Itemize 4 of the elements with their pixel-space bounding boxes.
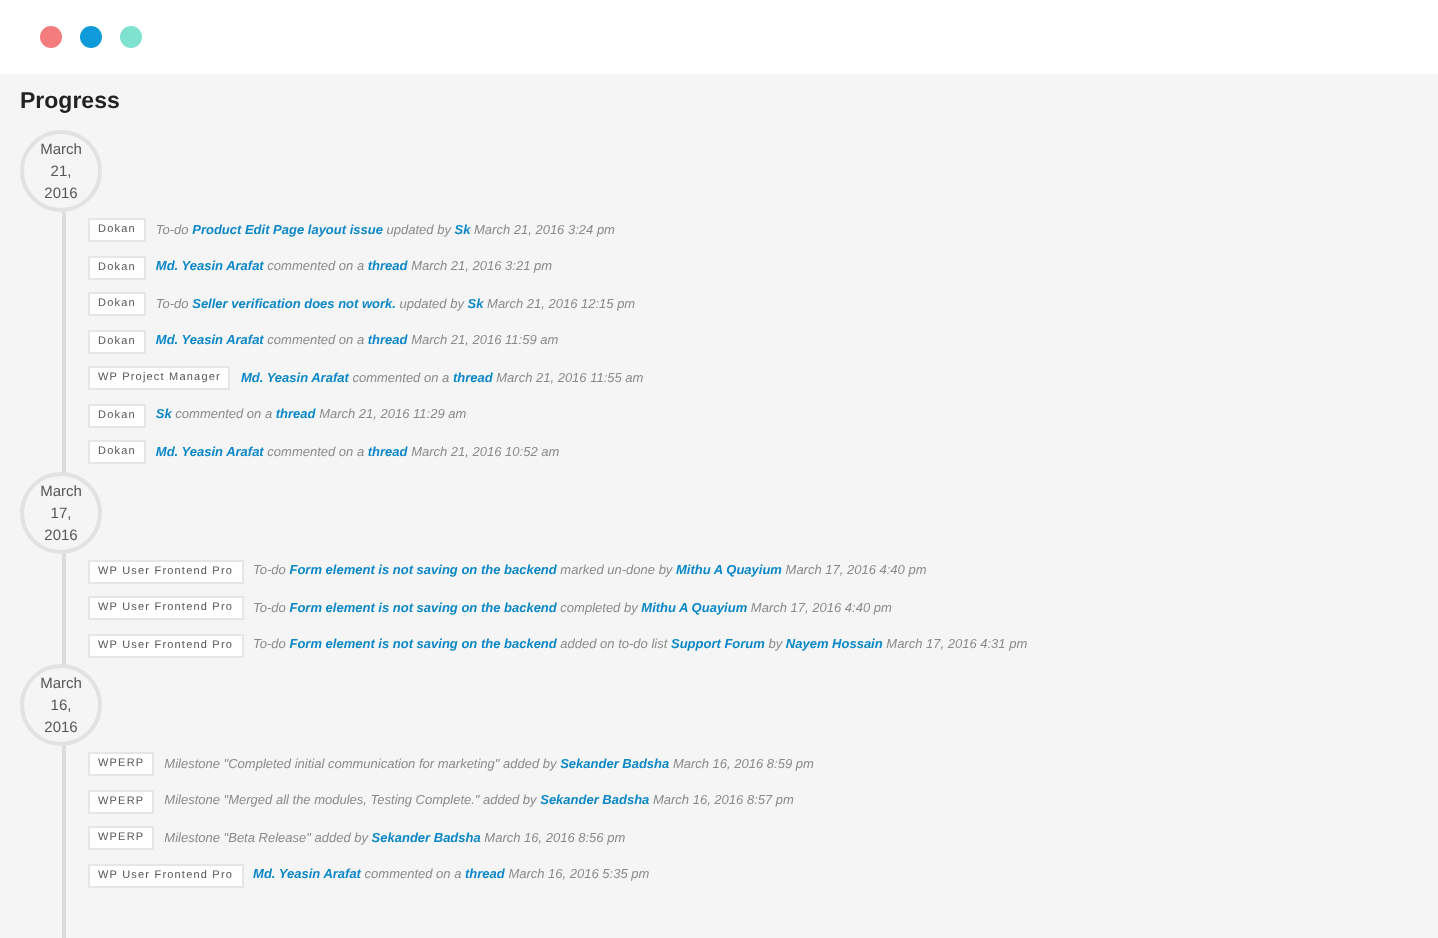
window-control-dot[interactable] (80, 25, 102, 47)
section-title: Progress (20, 90, 122, 114)
window-control-dot[interactable] (120, 25, 142, 47)
window-control-dot[interactable] (40, 25, 62, 47)
